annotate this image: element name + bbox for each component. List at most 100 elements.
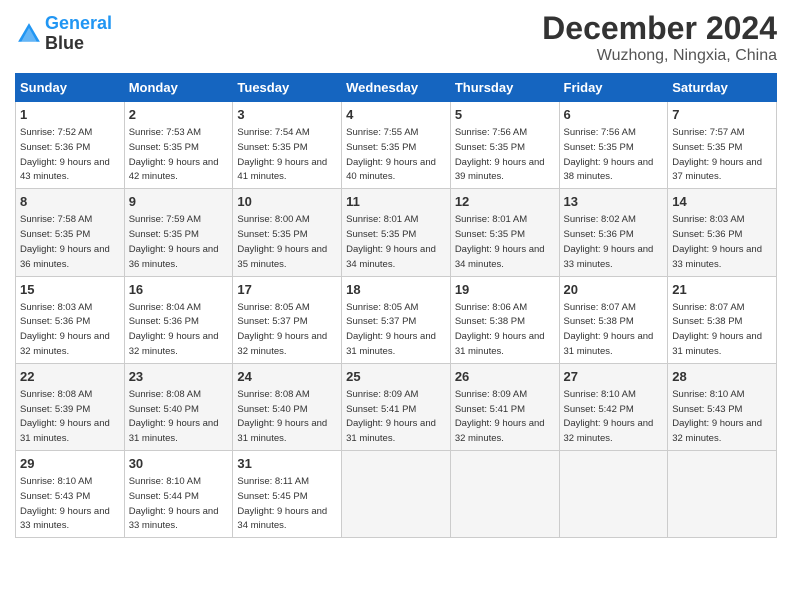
day-number: 4 — [346, 106, 446, 124]
day-info: Sunrise: 8:05 AMSunset: 5:37 PMDaylight:… — [237, 302, 327, 357]
day-info: Sunrise: 8:06 AMSunset: 5:38 PMDaylight:… — [455, 302, 545, 357]
day-number: 25 — [346, 368, 446, 386]
calendar-cell: 25Sunrise: 8:09 AMSunset: 5:41 PMDayligh… — [342, 363, 451, 450]
day-info: Sunrise: 8:02 AMSunset: 5:36 PMDaylight:… — [564, 214, 654, 269]
day-number: 16 — [129, 281, 229, 299]
page-header: General Blue December 2024 Wuzhong, Ning… — [15, 10, 777, 65]
logo: General Blue — [15, 14, 112, 54]
day-info: Sunrise: 8:08 AMSunset: 5:40 PMDaylight:… — [129, 389, 219, 444]
day-number: 14 — [672, 193, 772, 211]
calendar-cell — [559, 451, 668, 538]
calendar-cell: 24 Sunrise: 8:08 AMSunset: 5:40 PMDayligh… — [233, 363, 342, 450]
day-number: 6 — [564, 106, 664, 124]
day-info: Sunrise: 8:05 AMSunset: 5:37 PMDaylight:… — [346, 302, 436, 357]
day-info: Sunrise: 8:01 AMSunset: 5:35 PMDaylight:… — [346, 214, 436, 269]
day-number: 19 — [455, 281, 555, 299]
day-number: 31 — [237, 455, 337, 473]
day-info: Sunrise: 8:03 AMSunset: 5:36 PMDaylight:… — [672, 214, 762, 269]
calendar-cell: 28 Sunrise: 8:10 AMSunset: 5:43 PMDayligh… — [668, 363, 777, 450]
calendar-cell: 4 Sunrise: 7:55 AMSunset: 5:35 PMDaylight… — [342, 102, 451, 189]
day-number: 11 — [346, 193, 446, 211]
calendar-week-4: 22 Sunrise: 8:08 AMSunset: 5:39 PMDayligh… — [16, 363, 777, 450]
main-title: December 2024 — [542, 10, 777, 47]
subtitle: Wuzhong, Ningxia, China — [542, 47, 777, 65]
calendar-cell: 5 Sunrise: 7:56 AMSunset: 5:35 PMDaylight… — [450, 102, 559, 189]
day-number: 18 — [346, 281, 446, 299]
day-number: 13 — [564, 193, 664, 211]
day-info: Sunrise: 7:57 AMSunset: 5:35 PMDaylight:… — [672, 127, 762, 182]
calendar-cell: 15 Sunrise: 8:03 AMSunset: 5:36 PMDayligh… — [16, 276, 125, 363]
calendar-cell — [668, 451, 777, 538]
calendar-cell: 22 Sunrise: 8:08 AMSunset: 5:39 PMDayligh… — [16, 363, 125, 450]
day-number: 1 — [20, 106, 120, 124]
day-number: 17 — [237, 281, 337, 299]
day-number: 3 — [237, 106, 337, 124]
weekday-header-row: SundayMondayTuesdayWednesdayThursdayFrid… — [16, 74, 777, 102]
page-container: General Blue December 2024 Wuzhong, Ning… — [0, 0, 792, 612]
day-info: Sunrise: 8:08 AMSunset: 5:39 PMDaylight:… — [20, 389, 110, 444]
calendar-cell: 7 Sunrise: 7:57 AMSunset: 5:35 PMDaylight… — [668, 102, 777, 189]
day-info: Sunrise: 8:07 AMSunset: 5:38 PMDaylight:… — [672, 302, 762, 357]
day-info: Sunrise: 8:10 AMSunset: 5:42 PMDaylight:… — [564, 389, 654, 444]
day-number: 21 — [672, 281, 772, 299]
day-number: 12 — [455, 193, 555, 211]
weekday-header-monday: Monday — [124, 74, 233, 102]
day-number: 27 — [564, 368, 664, 386]
day-info: Sunrise: 7:53 AMSunset: 5:35 PMDaylight:… — [129, 127, 219, 182]
day-number: 22 — [20, 368, 120, 386]
day-info: Sunrise: 8:11 AMSunset: 5:45 PMDaylight:… — [237, 476, 327, 531]
weekday-header-thursday: Thursday — [450, 74, 559, 102]
calendar-cell — [450, 451, 559, 538]
day-number: 28 — [672, 368, 772, 386]
day-info: Sunrise: 8:08 AMSunset: 5:40 PMDaylight:… — [237, 389, 327, 444]
calendar-cell: 13 Sunrise: 8:02 AMSunset: 5:36 PMDayligh… — [559, 189, 668, 276]
day-number: 7 — [672, 106, 772, 124]
day-info: Sunrise: 8:03 AMSunset: 5:36 PMDaylight:… — [20, 302, 110, 357]
day-info: Sunrise: 8:09 AMSunset: 5:41 PMDaylight:… — [455, 389, 545, 444]
calendar-cell: 9 Sunrise: 7:59 AMSunset: 5:35 PMDaylight… — [124, 189, 233, 276]
day-info: Sunrise: 7:59 AMSunset: 5:35 PMDaylight:… — [129, 214, 219, 269]
calendar-cell: 11 Sunrise: 8:01 AMSunset: 5:35 PMDayligh… — [342, 189, 451, 276]
day-info: Sunrise: 8:10 AMSunset: 5:43 PMDaylight:… — [20, 476, 110, 531]
day-info: Sunrise: 7:56 AMSunset: 5:35 PMDaylight:… — [564, 127, 654, 182]
calendar-cell: 18 Sunrise: 8:05 AMSunset: 5:37 PMDayligh… — [342, 276, 451, 363]
calendar-cell: 20Sunrise: 8:07 AMSunset: 5:38 PMDayligh… — [559, 276, 668, 363]
calendar-week-2: 8Sunrise: 7:58 AMSunset: 5:35 PMDaylight… — [16, 189, 777, 276]
calendar-week-5: 29Sunrise: 8:10 AMSunset: 5:43 PMDayligh… — [16, 451, 777, 538]
day-number: 5 — [455, 106, 555, 124]
day-number: 20 — [564, 281, 664, 299]
day-info: Sunrise: 7:56 AMSunset: 5:35 PMDaylight:… — [455, 127, 545, 182]
day-number: 26 — [455, 368, 555, 386]
day-info: Sunrise: 7:52 AMSunset: 5:36 PMDaylight:… — [20, 127, 110, 182]
day-number: 2 — [129, 106, 229, 124]
weekday-header-wednesday: Wednesday — [342, 74, 451, 102]
day-info: Sunrise: 7:55 AMSunset: 5:35 PMDaylight:… — [346, 127, 436, 182]
calendar-cell: 23Sunrise: 8:08 AMSunset: 5:40 PMDayligh… — [124, 363, 233, 450]
calendar-cell: 31 Sunrise: 8:11 AMSunset: 5:45 PMDayligh… — [233, 451, 342, 538]
calendar-cell: 29Sunrise: 8:10 AMSunset: 5:43 PMDayligh… — [16, 451, 125, 538]
logo-icon — [15, 20, 43, 48]
calendar-cell: 21 Sunrise: 8:07 AMSunset: 5:38 PMDayligh… — [668, 276, 777, 363]
calendar-week-3: 15 Sunrise: 8:03 AMSunset: 5:36 PMDayligh… — [16, 276, 777, 363]
calendar-week-1: 1 Sunrise: 7:52 AMSunset: 5:36 PMDaylight… — [16, 102, 777, 189]
day-info: Sunrise: 8:10 AMSunset: 5:43 PMDaylight:… — [672, 389, 762, 444]
day-info: Sunrise: 7:58 AMSunset: 5:35 PMDaylight:… — [20, 214, 110, 269]
day-number: 10 — [237, 193, 337, 211]
logo-text: General Blue — [45, 14, 112, 54]
day-number: 30 — [129, 455, 229, 473]
calendar-cell: 17 Sunrise: 8:05 AMSunset: 5:37 PMDayligh… — [233, 276, 342, 363]
calendar-cell: 30 Sunrise: 8:10 AMSunset: 5:44 PMDayligh… — [124, 451, 233, 538]
calendar-cell: 16 Sunrise: 8:04 AMSunset: 5:36 PMDayligh… — [124, 276, 233, 363]
calendar-cell: 27 Sunrise: 8:10 AMSunset: 5:42 PMDayligh… — [559, 363, 668, 450]
day-number: 24 — [237, 368, 337, 386]
calendar-cell: 19 Sunrise: 8:06 AMSunset: 5:38 PMDayligh… — [450, 276, 559, 363]
day-number: 15 — [20, 281, 120, 299]
calendar-table: SundayMondayTuesdayWednesdayThursdayFrid… — [15, 73, 777, 538]
calendar-cell: 2 Sunrise: 7:53 AMSunset: 5:35 PMDaylight… — [124, 102, 233, 189]
day-info: Sunrise: 8:04 AMSunset: 5:36 PMDaylight:… — [129, 302, 219, 357]
day-info: Sunrise: 7:54 AMSunset: 5:35 PMDaylight:… — [237, 127, 327, 182]
day-number: 9 — [129, 193, 229, 211]
calendar-cell: 26 Sunrise: 8:09 AMSunset: 5:41 PMDayligh… — [450, 363, 559, 450]
calendar-cell: 10Sunrise: 8:00 AMSunset: 5:35 PMDayligh… — [233, 189, 342, 276]
day-info: Sunrise: 8:10 AMSunset: 5:44 PMDaylight:… — [129, 476, 219, 531]
